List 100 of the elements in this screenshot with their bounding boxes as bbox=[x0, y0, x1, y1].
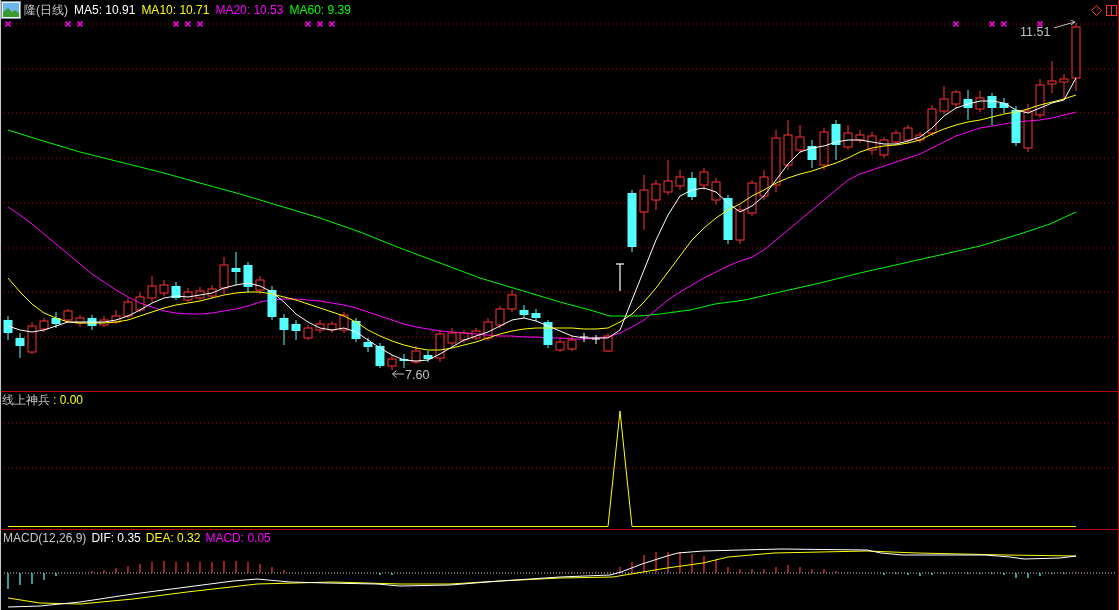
falling-candlestick bbox=[687, 171, 697, 201]
falling-candlestick bbox=[399, 353, 409, 369]
rising-candlestick bbox=[675, 169, 685, 191]
picture-icon bbox=[1, 1, 21, 19]
cross-marker-icon bbox=[64, 20, 72, 28]
rising-candlestick bbox=[891, 129, 901, 146]
rising-candlestick bbox=[303, 324, 313, 341]
rising-candlestick bbox=[123, 297, 133, 319]
falling-candlestick bbox=[987, 92, 997, 126]
rising-candlestick bbox=[1023, 103, 1033, 153]
rising-candlestick bbox=[603, 332, 613, 353]
cross-marker-icon bbox=[316, 20, 324, 28]
rising-candlestick bbox=[783, 119, 793, 171]
macd-reading: MACD: 0.05 bbox=[205, 532, 271, 544]
macd-title: MACD(12,26,9) bbox=[3, 532, 87, 544]
rising-candlestick bbox=[1059, 73, 1069, 100]
macd-reading: DIF: 0.35 bbox=[91, 532, 141, 544]
rising-candlestick bbox=[903, 124, 913, 144]
chart-title: 隆(日线) bbox=[24, 4, 68, 16]
rising-candlestick bbox=[1047, 60, 1057, 94]
rising-candlestick bbox=[255, 275, 265, 295]
falling-candlestick bbox=[723, 194, 733, 245]
rising-candlestick bbox=[663, 159, 673, 196]
cross-marker-icon bbox=[184, 20, 192, 28]
rising-candlestick bbox=[207, 284, 217, 299]
falling-candlestick bbox=[831, 119, 841, 161]
falling-candlestick bbox=[231, 251, 241, 286]
doji-candlestick bbox=[579, 332, 589, 343]
falling-candlestick bbox=[531, 308, 541, 322]
moving-average-reading: MA10: 10.71 bbox=[141, 4, 210, 16]
low-price-label: 7.60 bbox=[405, 368, 430, 382]
rising-candlestick bbox=[147, 275, 157, 303]
leader-arrow bbox=[392, 370, 405, 378]
rising-candlestick bbox=[567, 335, 577, 352]
cross-marker-icon bbox=[304, 20, 312, 28]
falling-candlestick bbox=[375, 342, 385, 369]
falling-candlestick bbox=[51, 311, 61, 329]
rising-candlestick bbox=[327, 320, 337, 334]
rising-candlestick bbox=[759, 169, 769, 201]
falling-candlestick bbox=[963, 89, 973, 121]
falling-candlestick bbox=[543, 319, 553, 349]
rising-candlestick bbox=[315, 319, 325, 334]
rising-candlestick bbox=[483, 317, 493, 342]
rising-candlestick bbox=[855, 129, 865, 144]
rising-candlestick bbox=[195, 286, 205, 301]
rising-candlestick bbox=[99, 315, 109, 328]
moving-average-reading: MA20: 10.53 bbox=[215, 4, 284, 16]
rising-candlestick bbox=[951, 89, 961, 109]
rising-candlestick bbox=[747, 179, 757, 217]
doji-candlestick bbox=[591, 334, 601, 345]
rising-candlestick bbox=[63, 308, 73, 323]
rising-candlestick bbox=[1035, 78, 1045, 119]
macd-reading: DEA: 0.32 bbox=[145, 532, 201, 544]
rising-candlestick bbox=[435, 329, 445, 363]
falling-candlestick bbox=[363, 337, 373, 353]
rising-candlestick bbox=[915, 131, 925, 144]
rising-candlestick bbox=[639, 174, 649, 231]
cross-marker-icon bbox=[328, 20, 336, 28]
cross-marker-icon bbox=[988, 20, 996, 28]
falling-candlestick bbox=[807, 139, 817, 169]
cross-marker-icon bbox=[196, 20, 204, 28]
columns-icon[interactable] bbox=[1106, 4, 1117, 16]
rising-candlestick bbox=[471, 327, 481, 341]
indicator-name: 线上神兵 bbox=[2, 394, 50, 406]
falling-candlestick bbox=[279, 313, 289, 346]
rising-candlestick bbox=[735, 205, 745, 245]
moving-average-reading: MA60: 9.39 bbox=[289, 4, 351, 16]
rising-candlestick bbox=[447, 327, 457, 347]
rising-candlestick bbox=[159, 279, 169, 297]
falling-candlestick bbox=[351, 317, 361, 343]
rising-candlestick bbox=[819, 127, 829, 171]
falling-candlestick bbox=[291, 319, 301, 341]
leader-arrow bbox=[1053, 20, 1076, 29]
falling-candlestick bbox=[3, 315, 13, 341]
rising-candlestick bbox=[339, 311, 349, 334]
falling-candlestick bbox=[243, 261, 253, 293]
rising-candlestick bbox=[219, 256, 229, 295]
rising-candlestick bbox=[711, 177, 721, 206]
rising-candlestick bbox=[27, 321, 37, 355]
cross-marker-icon bbox=[952, 20, 960, 28]
falling-candlestick bbox=[15, 332, 25, 359]
diamond-icon[interactable] bbox=[1091, 4, 1102, 16]
rising-candlestick bbox=[843, 124, 853, 151]
rising-candlestick bbox=[411, 345, 421, 365]
high-price-label: 11.51 bbox=[1020, 25, 1051, 39]
falling-candlestick bbox=[423, 350, 433, 363]
falling-candlestick bbox=[267, 285, 277, 321]
rising-candlestick bbox=[387, 354, 397, 371]
rising-candlestick bbox=[939, 85, 949, 115]
rising-candlestick bbox=[771, 129, 781, 193]
falling-candlestick bbox=[1011, 105, 1021, 147]
rising-candlestick bbox=[927, 104, 937, 137]
rising-candlestick bbox=[867, 131, 877, 156]
rising-candlestick bbox=[135, 291, 145, 313]
rising-candlestick bbox=[459, 329, 469, 344]
rising-candlestick bbox=[183, 287, 193, 303]
rising-candlestick bbox=[879, 136, 889, 159]
falling-candlestick bbox=[171, 281, 181, 301]
rising-candlestick bbox=[699, 167, 709, 191]
cross-marker-icon bbox=[4, 20, 12, 28]
